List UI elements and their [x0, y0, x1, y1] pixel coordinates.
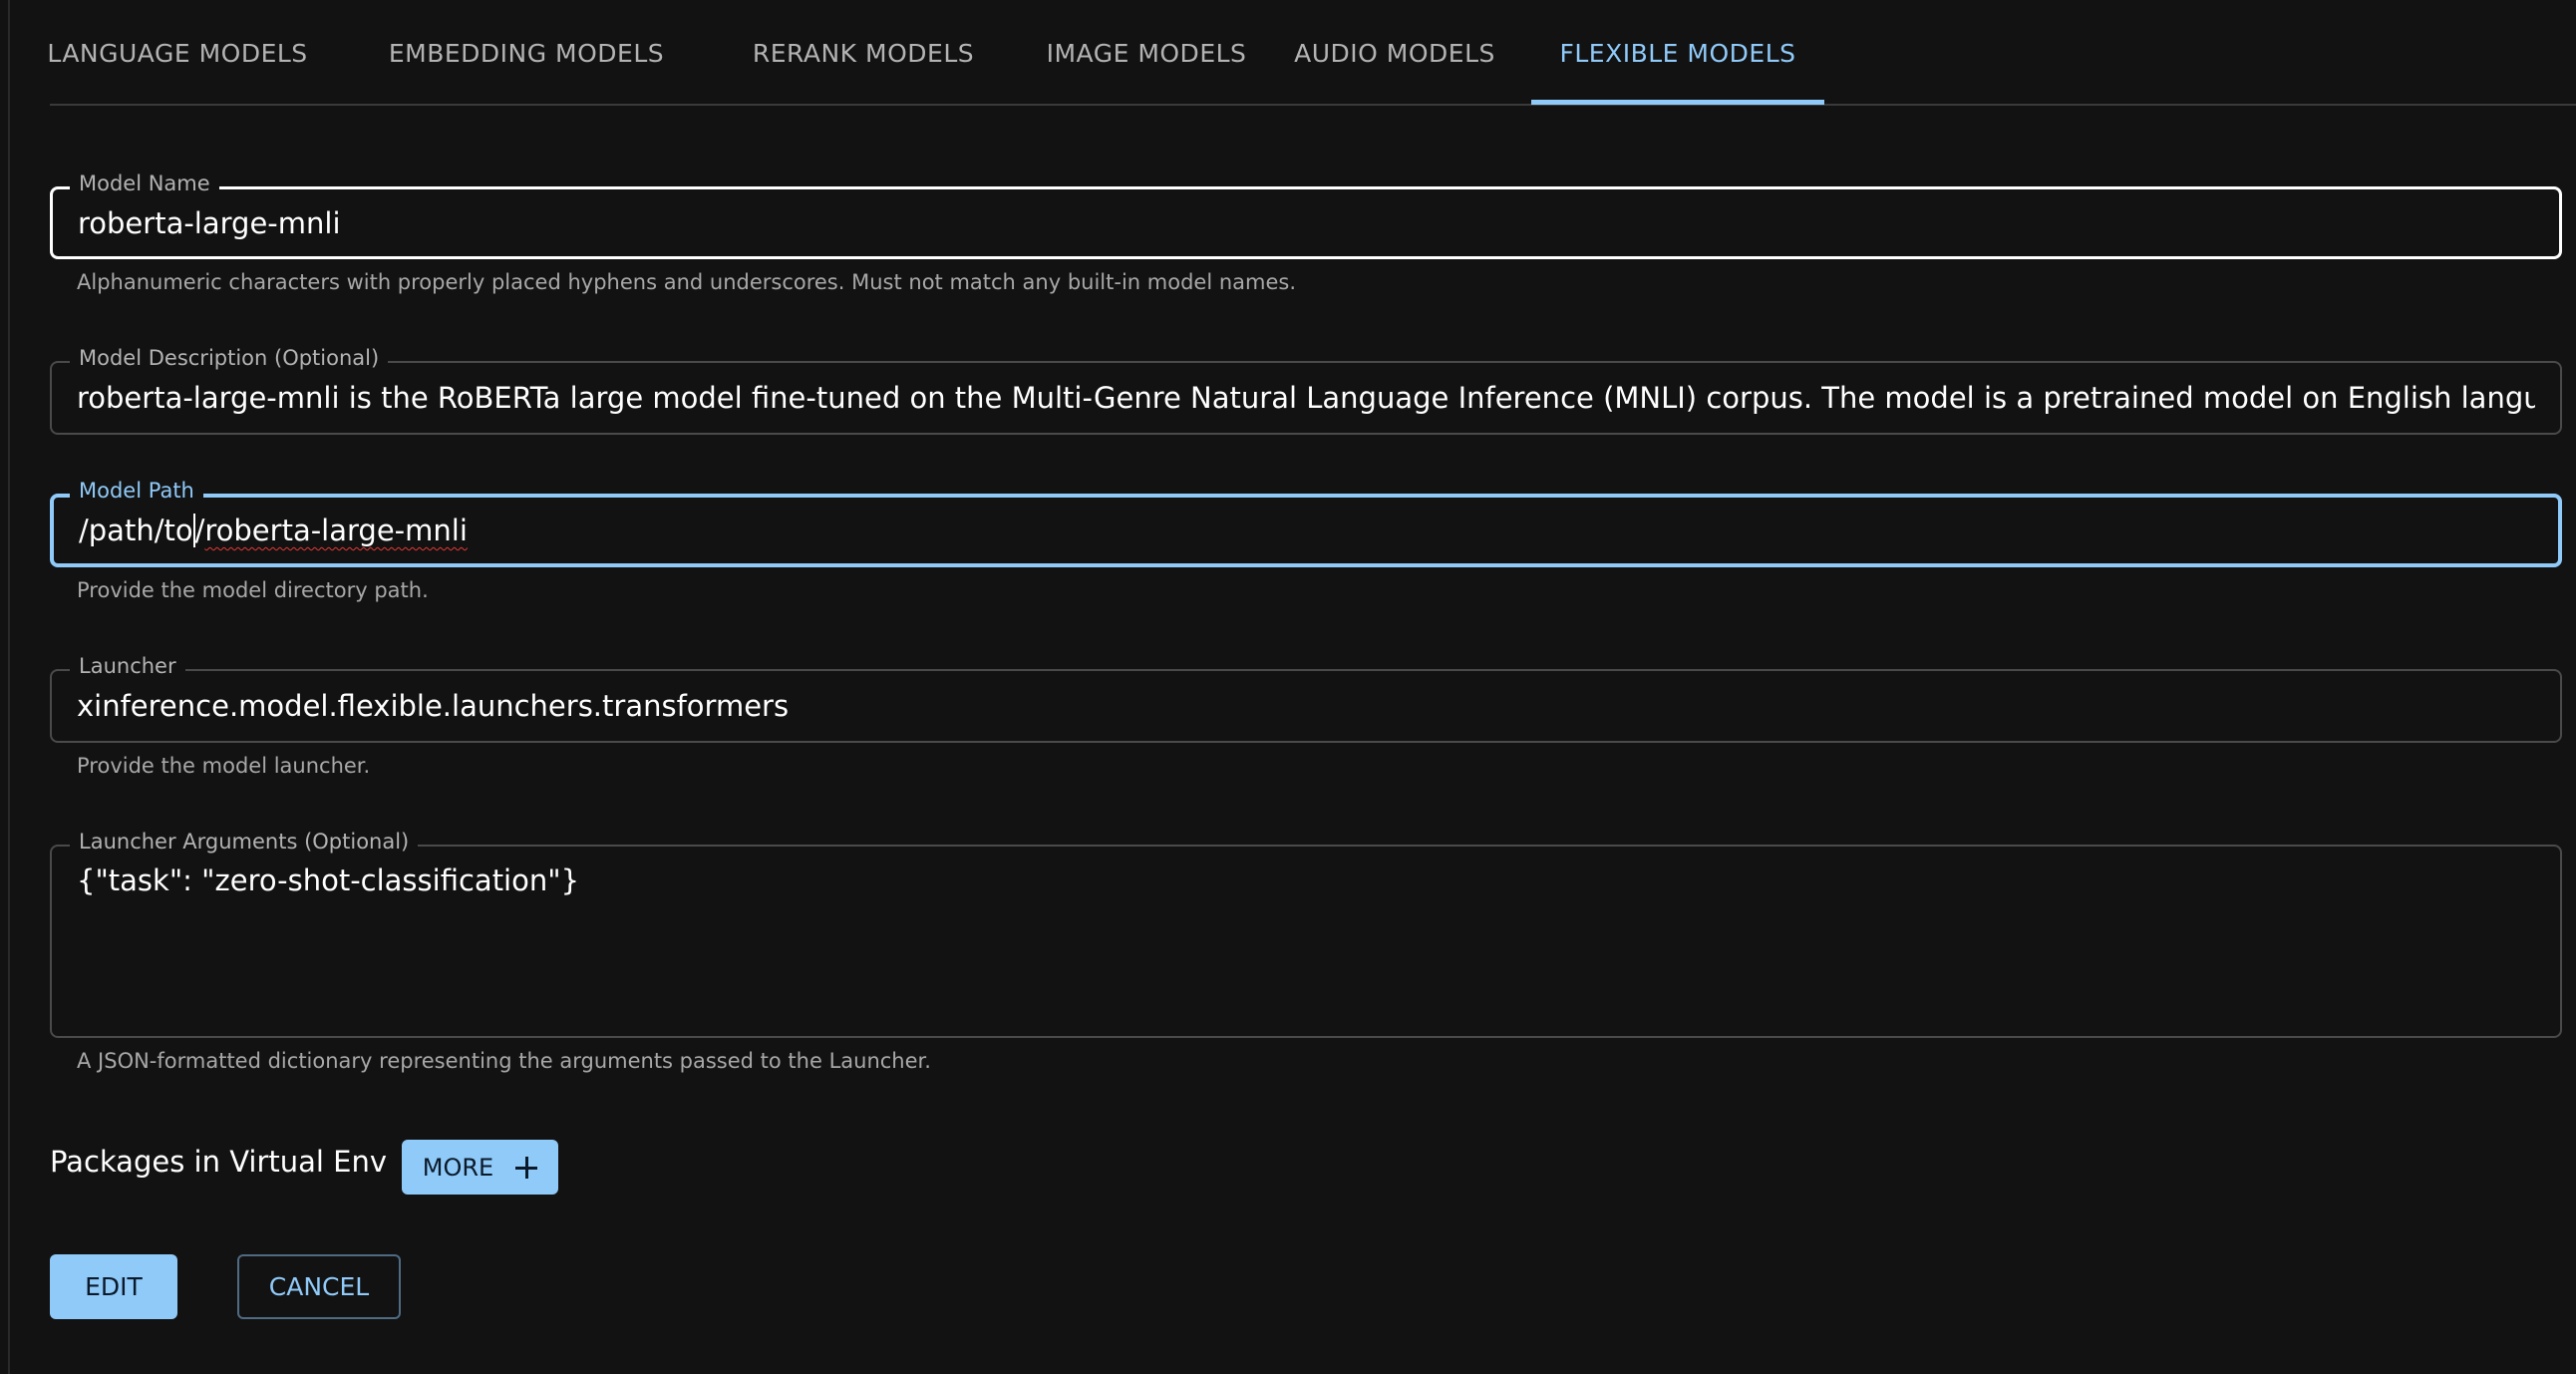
model-path-input[interactable]: /path/to / roberta-large-mnli	[79, 498, 2533, 563]
model-name-input[interactable]: roberta-large-mnli	[78, 189, 2534, 256]
model-path-spellcheck-flagged-text: roberta-large-mnli	[204, 514, 468, 547]
tab-audio-models[interactable]: AUDIO MODELS	[1248, 0, 1541, 106]
active-tab-indicator	[1531, 100, 1824, 105]
model-name-helper: Alphanumeric characters with properly pl…	[77, 270, 1296, 294]
model-description-input[interactable]: roberta-large-mnli is the RoBERTa large …	[77, 363, 2535, 433]
plus-icon	[515, 1156, 538, 1179]
model-description-field[interactable]: Model Description (Optional) roberta-lar…	[50, 343, 2562, 435]
model-type-tabs: LANGUAGE MODELS EMBEDDING MODELS RERANK …	[47, 0, 2576, 106]
launcher-args-helper: A JSON-formatted dictionary representing…	[77, 1049, 931, 1073]
launcher-input[interactable]: xinference.model.flexible.launchers.tran…	[77, 671, 2535, 741]
flexible-model-form-page: LANGUAGE MODELS EMBEDDING MODELS RERANK …	[0, 0, 2576, 1374]
model-path-helper: Provide the model directory path.	[77, 578, 429, 602]
launcher-args-textarea[interactable]: {"task": "zero-shot-classification"}	[77, 860, 2535, 900]
tab-embedding-models[interactable]: EMBEDDING MODELS	[365, 0, 688, 106]
model-name-field[interactable]: Model Name roberta-large-mnli	[50, 169, 2562, 259]
add-package-button[interactable]: MORE	[402, 1140, 558, 1195]
model-path-text-after-caret: /	[194, 514, 205, 547]
tab-flexible-models[interactable]: FLEXIBLE MODELS	[1531, 0, 1824, 106]
left-divider	[8, 0, 10, 1374]
edit-button[interactable]: EDIT	[50, 1254, 177, 1319]
model-path-field[interactable]: Model Path /path/to / roberta-large-mnli	[50, 476, 2562, 567]
tab-rerank-models[interactable]: RERANK MODELS	[732, 0, 995, 106]
model-path-text-before-caret: /path/to	[79, 514, 193, 547]
tab-language-models[interactable]: LANGUAGE MODELS	[47, 0, 307, 106]
launcher-args-field[interactable]: Launcher Arguments (Optional) {"task": "…	[50, 827, 2562, 1038]
launcher-field[interactable]: Launcher xinference.model.flexible.launc…	[50, 651, 2562, 743]
launcher-args-label: Launcher Arguments (Optional)	[70, 827, 419, 857]
add-package-button-label: MORE	[422, 1153, 494, 1182]
packages-label: Packages in Virtual Env	[50, 1145, 388, 1179]
launcher-helper: Provide the model launcher.	[77, 754, 371, 778]
cancel-button[interactable]: CANCEL	[237, 1254, 401, 1319]
